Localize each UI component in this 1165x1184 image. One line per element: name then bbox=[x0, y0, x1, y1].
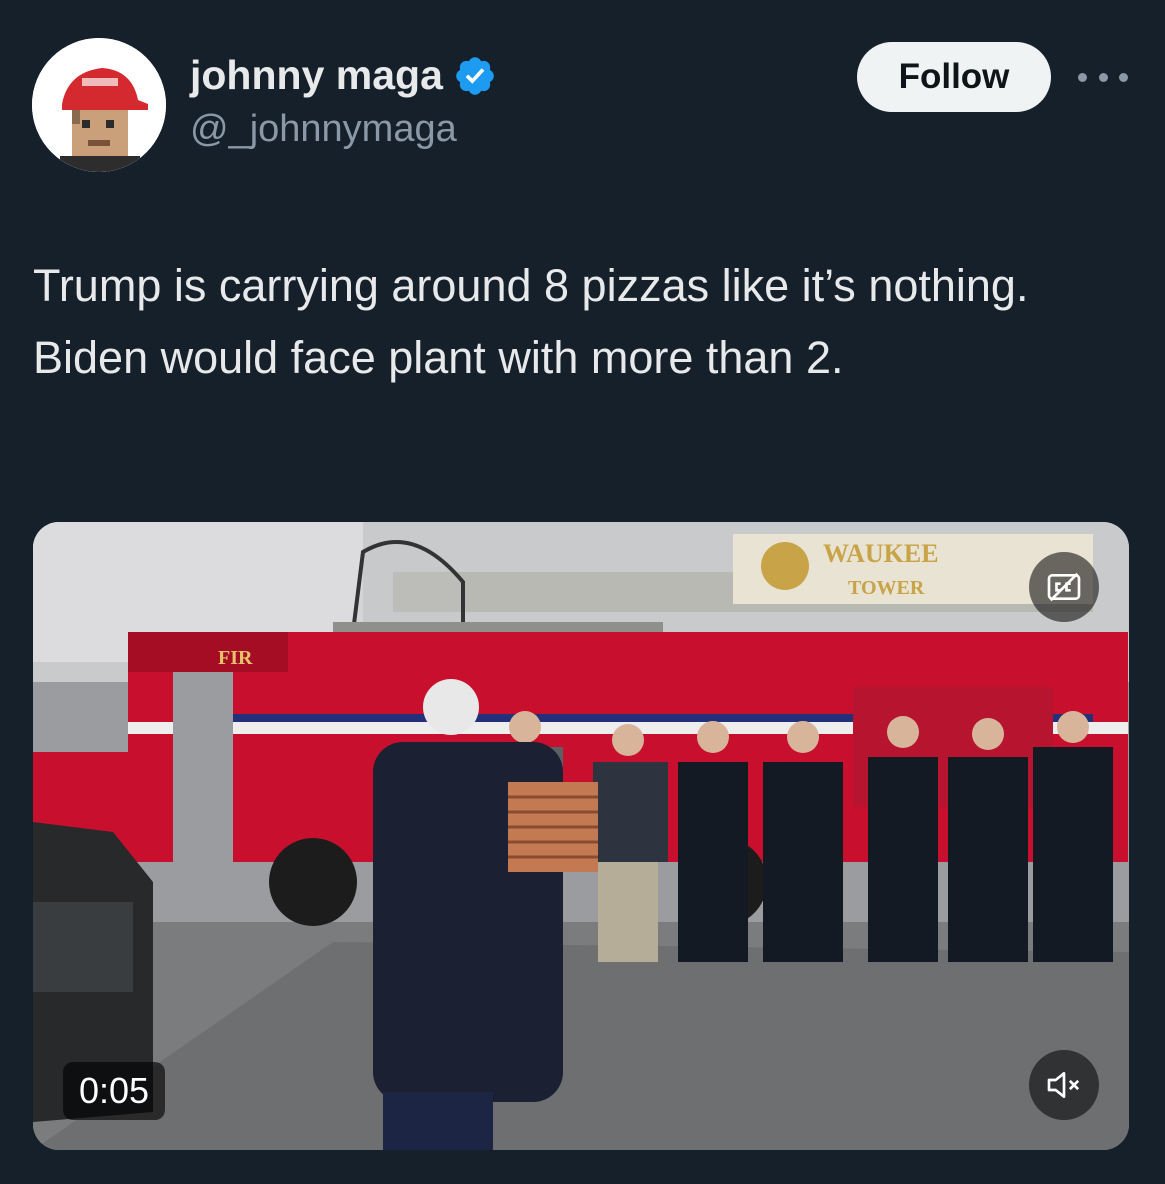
author-handle[interactable]: @_johnnymaga bbox=[190, 108, 457, 151]
closed-captions-button[interactable] bbox=[1029, 552, 1099, 622]
mute-button[interactable] bbox=[1029, 1050, 1099, 1120]
truck-text-top: WAUKEE bbox=[823, 539, 939, 568]
tweet-header: johnny maga @_johnnymaga Follow bbox=[0, 0, 1165, 200]
author-avatar[interactable] bbox=[32, 38, 166, 172]
more-dot bbox=[1119, 72, 1128, 82]
author-name-row[interactable]: johnny maga bbox=[190, 52, 497, 99]
tweet-text: Trump is carrying around 8 pizzas like i… bbox=[33, 260, 1029, 383]
author-name[interactable]: johnny maga bbox=[190, 52, 443, 99]
video-player[interactable]: WAUKEE TOWER FIR 0:05 bbox=[33, 522, 1129, 1150]
video-timestamp: 0:05 bbox=[63, 1062, 166, 1120]
verified-badge-icon bbox=[453, 54, 497, 98]
truck-side-text: FIR bbox=[218, 647, 253, 669]
truck-text-bottom: TOWER bbox=[848, 577, 925, 599]
follow-button[interactable]: Follow bbox=[857, 42, 1051, 112]
more-dot bbox=[1098, 72, 1108, 82]
video-frame: WAUKEE TOWER FIR bbox=[33, 522, 1129, 1150]
closed-captions-icon bbox=[1047, 572, 1081, 602]
pixel-avatar-icon bbox=[32, 38, 166, 172]
more-dot bbox=[1078, 72, 1087, 82]
more-options-icon[interactable] bbox=[1078, 62, 1128, 92]
muted-speaker-icon bbox=[1047, 1072, 1080, 1098]
